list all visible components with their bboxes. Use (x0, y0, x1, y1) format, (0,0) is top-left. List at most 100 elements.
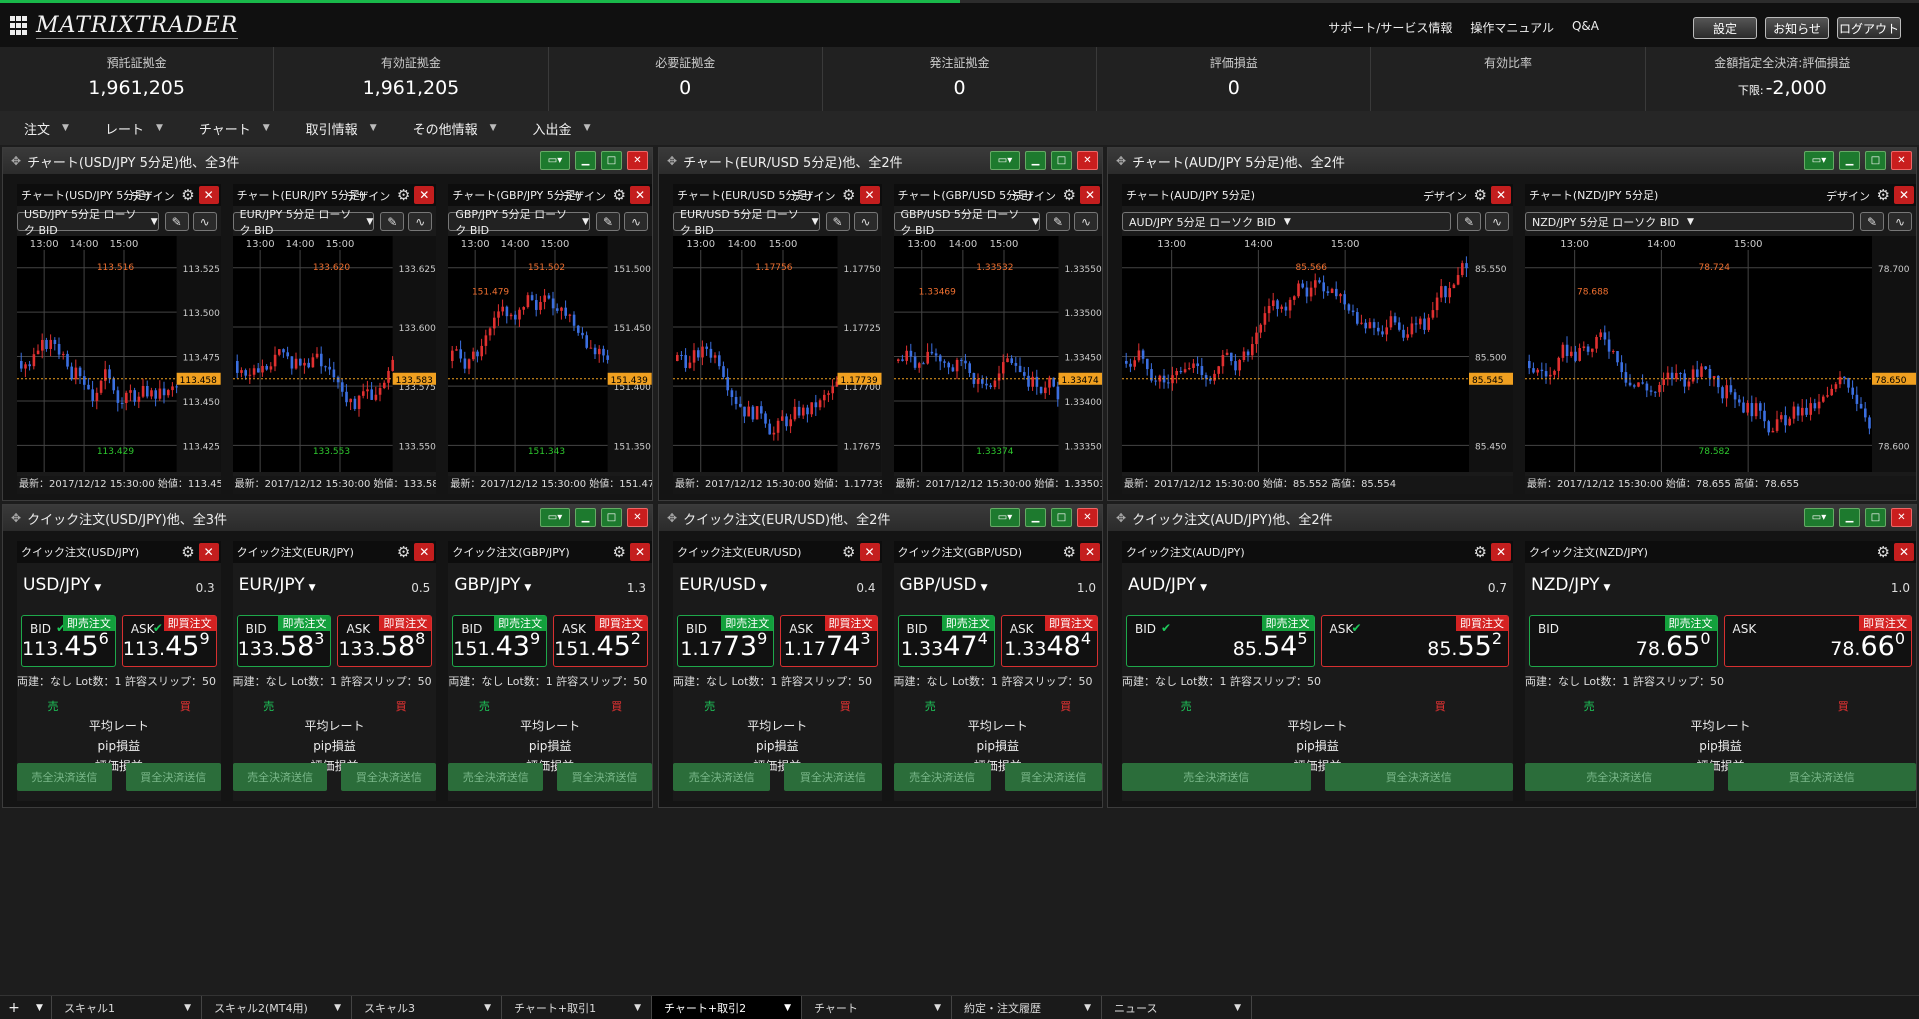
candlestick-chart[interactable]: 13:00 14:00 15:00 78.700 78.600 78.650 78.724 7… (1525, 236, 1916, 472)
menu-other-info[interactable]: その他情報 ▼ (413, 119, 497, 138)
gear-icon[interactable]: ⚙ (613, 186, 626, 204)
notice-button[interactable]: お知らせ (1765, 17, 1829, 39)
sell-all-close-button[interactable]: 売全決済送信 (17, 763, 112, 791)
indicator-icon[interactable]: ∿ (1074, 212, 1098, 231)
workspace-tab[interactable]: スキャル2(MT4用) ▼ (202, 996, 352, 1019)
chart-type-select[interactable]: NZD/JPY 5分足 ローソク BID ▼ (1525, 212, 1854, 231)
close-icon[interactable]: ✕ (859, 543, 880, 561)
chart-type-select[interactable]: GBP/JPY 5分足 ローソク BID ▼ (448, 208, 590, 237)
draw-tool-icon[interactable]: ✎ (380, 212, 405, 231)
buy-all-close-button[interactable]: 買全決済送信 (125, 763, 221, 791)
bid-price-button[interactable]: BID ✔ 即売注文 85.545 (1126, 615, 1315, 667)
bid-price-button[interactable]: BID 即売注文 1.33474 (897, 615, 995, 667)
currency-pair-select[interactable]: EUR/JPY ▼ (239, 575, 316, 595)
chart-type-select[interactable]: AUD/JPY 5分足 ローソク BID ▼ (1122, 212, 1451, 231)
candlestick-chart[interactable]: 13:00 14:00 15:00 1.33550 1.33500 1.33450 1.33… (893, 236, 1103, 472)
bid-price-button[interactable]: BID ✔ 即売注文 113.456 (21, 615, 116, 667)
bid-price-button[interactable]: BID 即売注文 133.583 (236, 615, 332, 667)
design-link[interactable]: デザイン (1826, 188, 1870, 204)
maximize-button[interactable]: □ (601, 151, 622, 170)
chart-panel-title[interactable]: ✥ チャート(USD/JPY 5分足)他、全3件 ▭▾ ▁ □ ✕ (3, 148, 652, 174)
layout-dropdown-button[interactable]: ▭▾ (1804, 508, 1834, 527)
indicator-icon[interactable]: ∿ (853, 212, 878, 231)
ask-price-button[interactable]: ASK 即買注文 1.17743 (780, 615, 878, 667)
menu-rate[interactable]: レート ▼ (105, 119, 163, 138)
buy-all-close-button[interactable]: 買全決済送信 (1004, 763, 1102, 791)
ask-price-button[interactable]: ASK 即買注文 78.660 (1723, 615, 1912, 667)
sell-all-close-button[interactable]: 売全決済送信 (893, 763, 991, 791)
logout-button[interactable]: ログアウト (1837, 17, 1901, 39)
design-link[interactable]: デザイン (346, 188, 390, 204)
close-icon[interactable]: ✕ (1080, 186, 1100, 204)
layout-dropdown-button[interactable]: ▭▾ (1804, 151, 1834, 170)
close-icon[interactable]: ✕ (1894, 543, 1914, 561)
currency-pair-select[interactable]: EUR/USD ▼ (679, 575, 767, 595)
workspace-tab[interactable]: スキャル1 ▼ (52, 996, 202, 1019)
currency-pair-select[interactable]: AUD/JPY ▼ (1128, 575, 1207, 595)
indicator-icon[interactable]: ∿ (408, 212, 433, 231)
draw-tool-icon[interactable]: ✎ (1457, 212, 1481, 231)
sell-all-close-button[interactable]: 売全決済送信 (673, 763, 771, 791)
menu-deposit[interactable]: 入出金 ▼ (533, 119, 591, 138)
candlestick-chart[interactable]: 13:00 14:00 15:00 113.525 113.500 113.475 113.… (17, 236, 221, 472)
move-handle-icon[interactable]: ✥ (11, 154, 21, 168)
close-icon[interactable]: ✕ (859, 186, 880, 204)
currency-pair-select[interactable]: USD/JPY ▼ (23, 575, 101, 595)
gear-icon[interactable]: ⚙ (1877, 543, 1890, 561)
design-link[interactable]: デザイン (1012, 188, 1056, 204)
design-link[interactable]: デザイン (792, 188, 836, 204)
gear-icon[interactable]: ⚙ (1877, 186, 1890, 204)
quick-panel-title[interactable]: ✥ クイック注文(EUR/USD)他、全2件 ▭▾ ▁ □ ✕ (659, 505, 1102, 531)
bid-price-button[interactable]: BID 即売注文 151.439 (452, 615, 548, 667)
settings-button[interactable]: 設定 (1693, 17, 1757, 39)
gear-icon[interactable]: ⚙ (397, 543, 410, 561)
currency-pair-select[interactable]: NZD/JPY ▼ (1531, 575, 1610, 595)
maximize-button[interactable]: □ (601, 508, 622, 527)
design-link[interactable]: デザイン (1423, 188, 1467, 204)
chart-panel-title[interactable]: ✥ チャート(AUD/JPY 5分足)他、全2件 ▭▾ ▁ □ ✕ (1108, 148, 1916, 174)
gear-icon[interactable]: ⚙ (397, 186, 410, 204)
menu-chart[interactable]: チャート ▼ (199, 119, 270, 138)
design-link[interactable]: デザイン (131, 188, 175, 204)
buy-all-close-button[interactable]: 買全決済送信 (1324, 763, 1513, 791)
workspace-tab[interactable]: チャート ▼ (802, 996, 952, 1019)
indicator-icon[interactable]: ∿ (192, 212, 217, 231)
close-icon[interactable]: ✕ (1080, 543, 1100, 561)
chart-type-select[interactable]: USD/JPY 5分足 ローソク BID ▼ (17, 208, 159, 237)
close-icon[interactable]: ✕ (414, 186, 435, 204)
draw-tool-icon[interactable]: ✎ (825, 212, 850, 231)
bid-price-button[interactable]: BID 即売注文 1.17739 (677, 615, 775, 667)
close-button[interactable]: ✕ (1077, 151, 1098, 170)
candlestick-chart[interactable]: 13:00 14:00 15:001.177501.177251.177001.17… (673, 236, 882, 472)
workspace-tab[interactable]: ニュース ▼ (1102, 996, 1252, 1019)
minimize-button[interactable]: ▁ (1839, 508, 1860, 527)
chart-type-select[interactable]: GBP/USD 5分足 ローソク BID ▼ (893, 208, 1040, 237)
gear-icon[interactable]: ⚙ (1474, 186, 1487, 204)
close-icon[interactable]: ✕ (629, 543, 650, 561)
layout-dropdown-button[interactable]: ▭▾ (540, 508, 570, 527)
menu-order[interactable]: 注文 ▼ (24, 119, 69, 138)
close-icon[interactable]: ✕ (414, 543, 435, 561)
workspace-tab[interactable]: スキャル3 ▼ (352, 996, 502, 1019)
close-icon[interactable]: ✕ (198, 543, 219, 561)
design-link[interactable]: デザイン (562, 188, 606, 204)
sell-all-close-button[interactable]: 売全決済送信 (1525, 763, 1714, 791)
close-icon[interactable]: ✕ (1894, 186, 1914, 204)
chart-type-select[interactable]: EUR/JPY 5分足 ローソク BID ▼ (232, 208, 375, 237)
gear-icon[interactable]: ⚙ (1063, 543, 1076, 561)
sell-all-close-button[interactable]: 売全決済送信 (1122, 763, 1311, 791)
maximize-button[interactable]: □ (1865, 508, 1886, 527)
layout-dropdown-button[interactable]: ▭▾ (990, 508, 1020, 527)
bid-price-button[interactable]: BID 即売注文 78.650 (1529, 615, 1718, 667)
maximize-button[interactable]: □ (1051, 151, 1072, 170)
draw-tool-icon[interactable]: ✎ (595, 212, 620, 231)
ask-price-button[interactable]: ASK 即買注文 1.33484 (1000, 615, 1098, 667)
link-manual[interactable]: 操作マニュアル (1470, 19, 1554, 36)
maximize-button[interactable]: □ (1051, 508, 1072, 527)
move-handle-icon[interactable]: ✥ (667, 154, 677, 168)
sell-all-close-button[interactable]: 売全決済送信 (232, 763, 328, 791)
indicator-icon[interactable]: ∿ (1888, 212, 1912, 231)
gear-icon[interactable]: ⚙ (613, 543, 626, 561)
stat-auto-close[interactable]: 金額指定全決済:評価損益 下限: -2,000 (1646, 47, 1919, 111)
currency-pair-select[interactable]: GBP/JPY ▼ (454, 575, 531, 595)
